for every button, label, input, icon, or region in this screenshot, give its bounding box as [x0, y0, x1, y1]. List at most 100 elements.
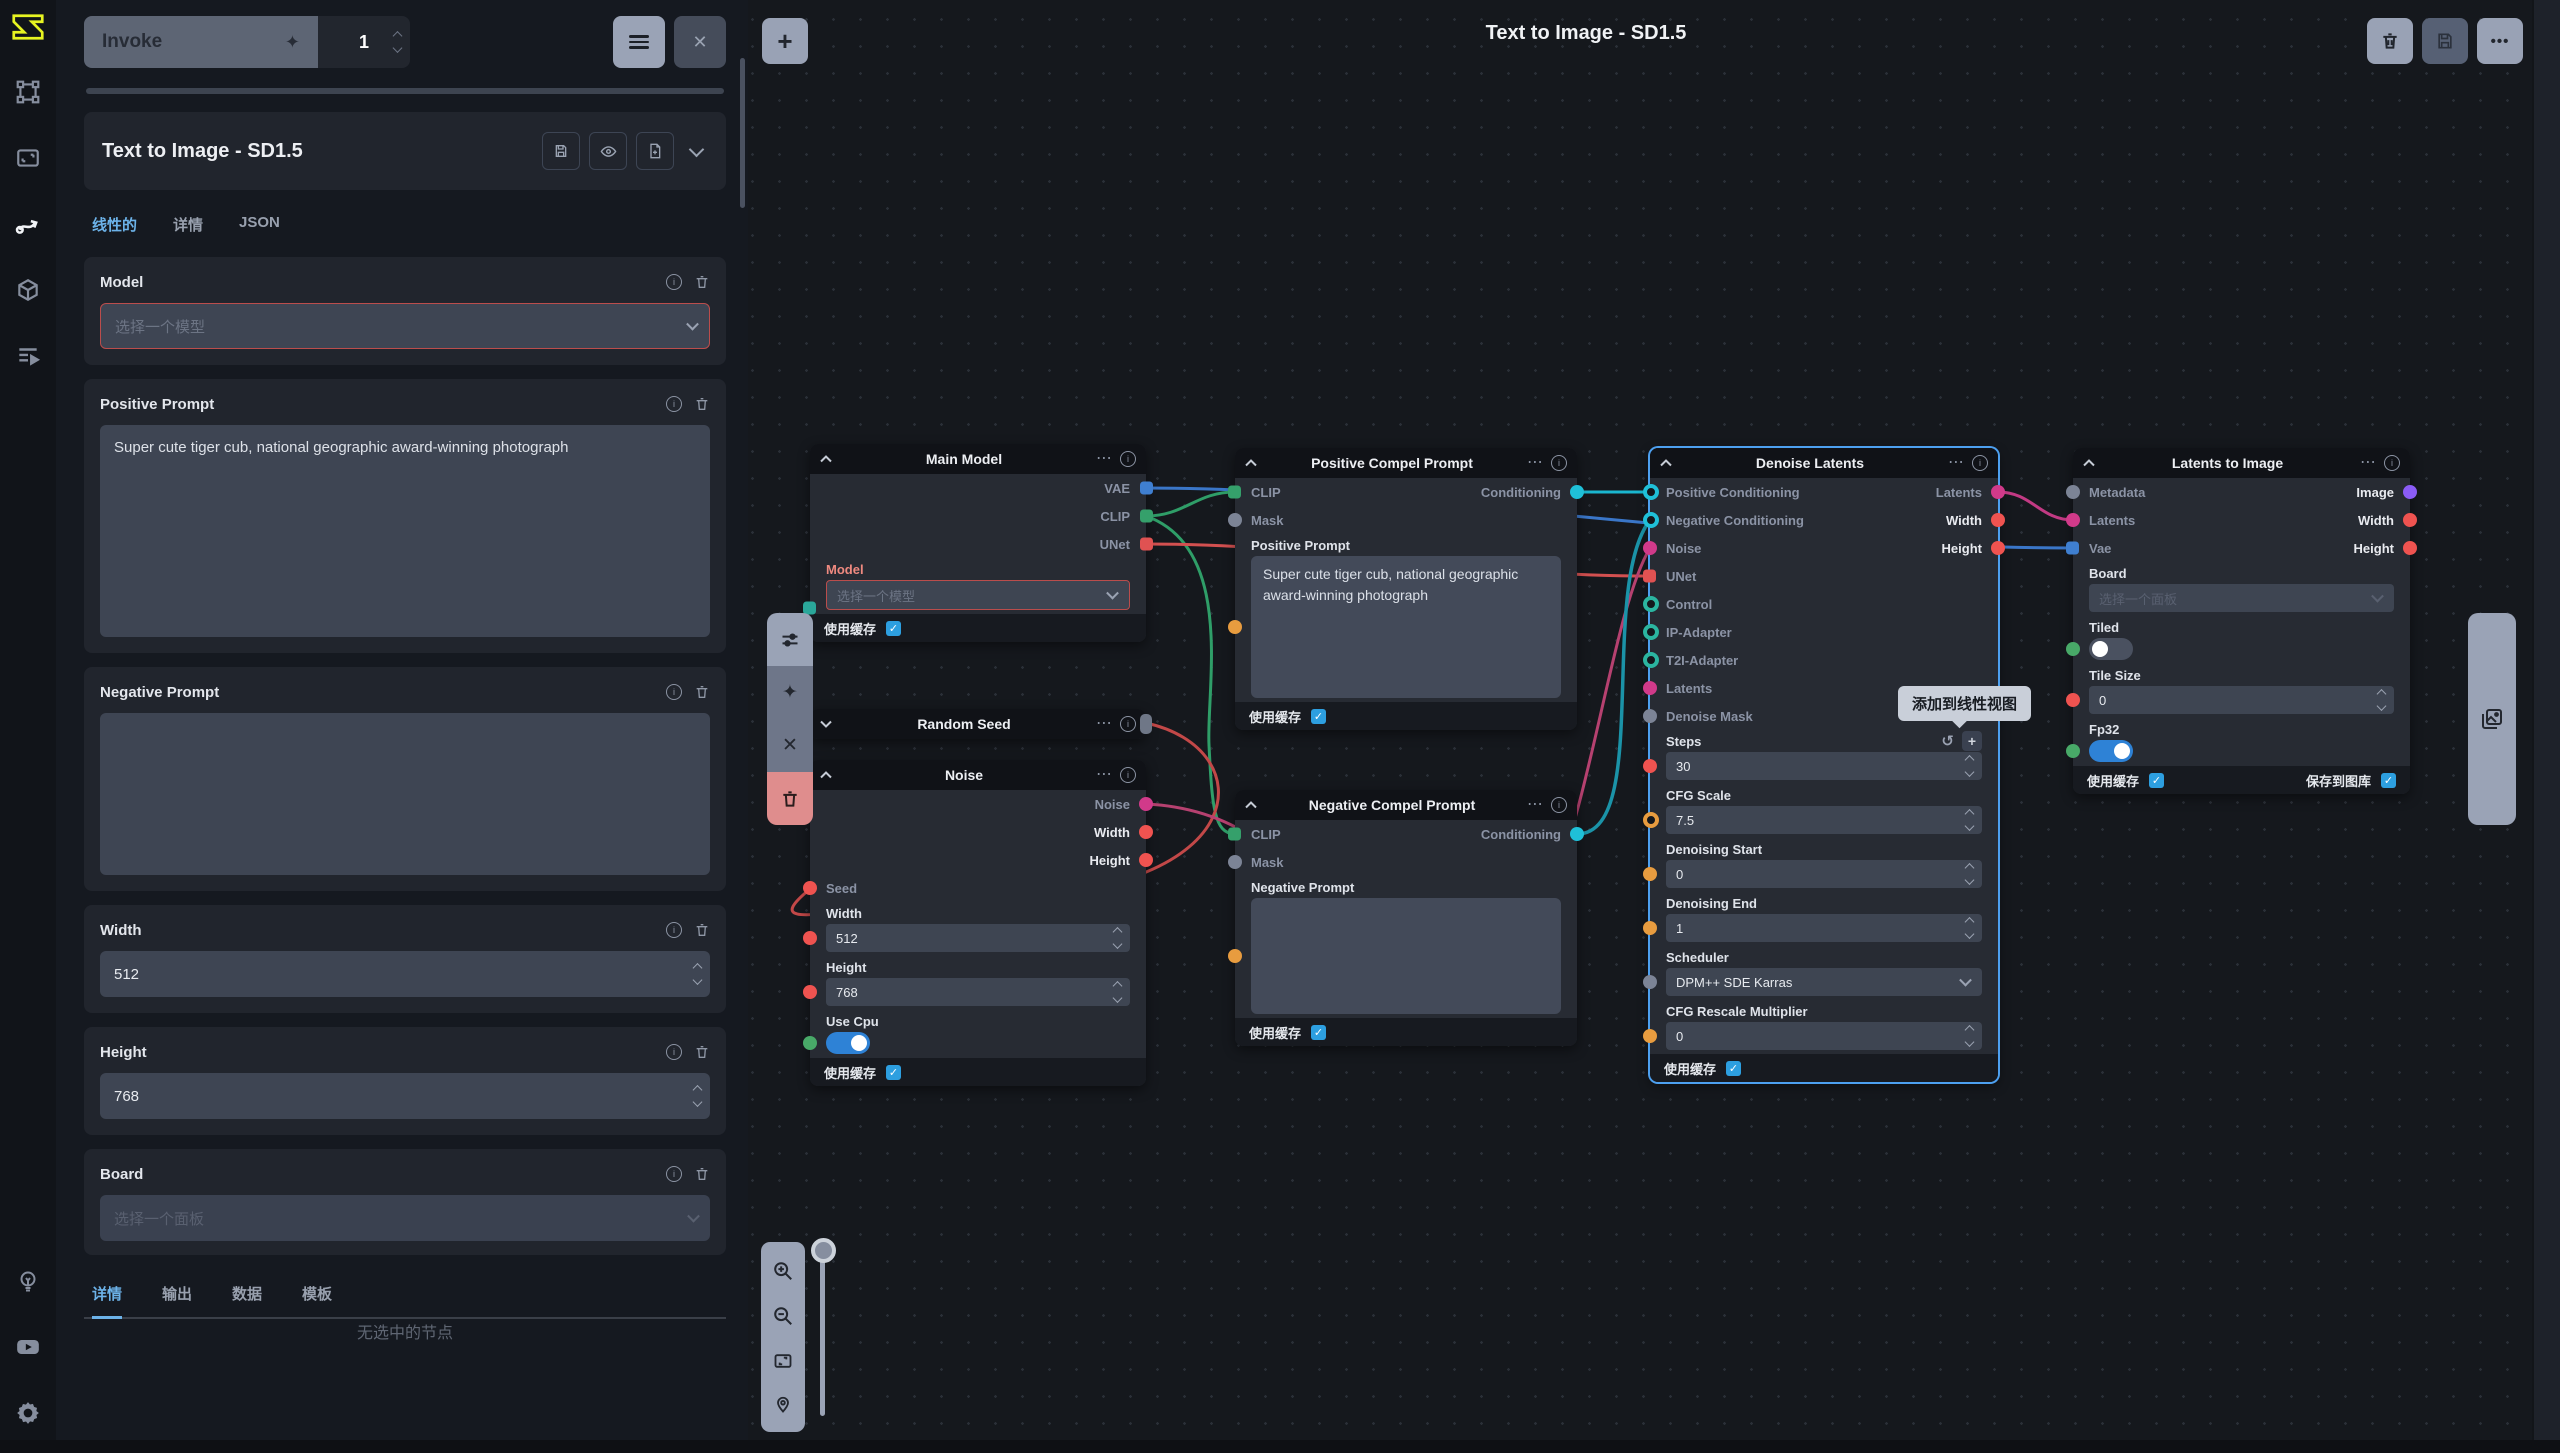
handle-vae-in[interactable] — [2066, 542, 2079, 555]
zoom-out-icon[interactable] — [772, 1305, 794, 1327]
handle-unet-in[interactable] — [1643, 570, 1656, 583]
use-cache-checkbox[interactable]: ✓ — [2149, 773, 2164, 788]
handle-mask-in[interactable] — [1228, 855, 1242, 869]
handle-seed-in[interactable] — [803, 881, 817, 895]
node-menu-icon[interactable]: ⋯ — [1096, 716, 1112, 732]
node-latents-to-image[interactable]: Latents to Image ⋯ i Metadata Image Late… — [2073, 448, 2410, 794]
stepper[interactable] — [1966, 865, 1973, 884]
cancel-button[interactable]: ✕ — [767, 719, 813, 772]
new-workflow-button[interactable] — [636, 132, 674, 170]
tiled-toggle[interactable] — [2089, 638, 2133, 660]
fp32-toggle[interactable] — [2089, 740, 2133, 762]
stepper[interactable] — [1966, 757, 1973, 776]
board-select[interactable]: 选择一个面板 — [100, 1195, 710, 1241]
node-negative-compel[interactable]: Negative Compel Prompt ⋯ i CLIP Conditio… — [1235, 790, 1577, 1046]
steps-input[interactable]: 30 — [1666, 752, 1982, 780]
use-cpu-toggle[interactable] — [826, 1032, 870, 1054]
handle-use-cpu-in[interactable] — [803, 1036, 817, 1050]
node-settings-button[interactable] — [767, 613, 813, 666]
handle-cfg-scale-in[interactable] — [1643, 812, 1659, 828]
add-to-linear-button[interactable]: + — [1962, 731, 1982, 751]
handle-conditioning-out[interactable] — [1570, 827, 1584, 841]
node-menu-icon[interactable]: ⋯ — [1096, 767, 1112, 783]
tab-workflows-icon[interactable] — [13, 209, 43, 239]
stepper[interactable] — [1966, 811, 1973, 830]
handle-prompt-in[interactable] — [1228, 620, 1242, 634]
node-menu-icon[interactable]: ⋯ — [1096, 451, 1112, 467]
handle-width-in[interactable] — [803, 931, 817, 945]
chevron-down-icon[interactable] — [689, 141, 705, 157]
handle-latents-in[interactable] — [2066, 513, 2080, 527]
denoising-start-input[interactable]: 0 — [1666, 860, 1982, 888]
handle-positive-conditioning-in[interactable] — [1643, 484, 1659, 500]
node-header[interactable]: Noise ⋯ i — [810, 760, 1146, 790]
node-noise[interactable]: Noise ⋯ i Noise Width Height Seed Width … — [810, 760, 1146, 1086]
collapse-icon[interactable] — [820, 455, 832, 463]
handle-noise-out[interactable] — [1139, 797, 1153, 811]
use-cache-checkbox[interactable]: ✓ — [1311, 1025, 1326, 1040]
save-to-gallery-checkbox[interactable]: ✓ — [2381, 773, 2396, 788]
tab-inspector-details[interactable]: 详情 — [92, 1283, 122, 1319]
use-cache-checkbox[interactable]: ✓ — [1311, 709, 1326, 724]
panel-scrollbar[interactable] — [740, 58, 745, 208]
handle-prompt-in[interactable] — [1228, 949, 1242, 963]
node-menu-icon[interactable]: ⋯ — [2360, 455, 2376, 471]
tab-details[interactable]: 详情 — [173, 214, 203, 243]
positive-prompt-textarea[interactable]: Super cute tiger cub, national geographi… — [1251, 556, 1561, 698]
handle-mask-in[interactable] — [1228, 513, 1242, 527]
use-cache-checkbox[interactable]: ✓ — [886, 1065, 901, 1080]
handle-clip-out[interactable] — [1140, 510, 1153, 523]
handle-conditioning-out[interactable] — [1570, 485, 1584, 499]
handle-image-out[interactable] — [2403, 485, 2417, 499]
node-positive-compel[interactable]: Positive Compel Prompt ⋯ i CLIP Conditio… — [1235, 448, 1577, 730]
negative-prompt-textarea[interactable] — [100, 713, 710, 875]
trash-icon[interactable] — [694, 1166, 710, 1182]
handle-height-in[interactable] — [803, 985, 817, 999]
board-select[interactable]: 选择一个面板 — [2089, 584, 2394, 612]
cfg-scale-input[interactable]: 7.5 — [1666, 806, 1982, 834]
save-workflow-button[interactable] — [2422, 18, 2468, 64]
trash-icon[interactable] — [694, 684, 710, 700]
stepper[interactable] — [1114, 983, 1121, 1002]
tab-queue-icon[interactable] — [13, 341, 43, 371]
negative-prompt-textarea[interactable] — [1251, 898, 1561, 1014]
collapse-icon[interactable] — [1245, 459, 1257, 467]
handle-scheduler-in[interactable] — [1643, 975, 1657, 989]
handle-seed-out[interactable] — [1140, 714, 1152, 734]
node-header[interactable]: Positive Compel Prompt ⋯ i — [1235, 448, 1577, 478]
delete-node-button[interactable] — [767, 772, 813, 825]
node-header[interactable]: Negative Compel Prompt ⋯ i — [1235, 790, 1577, 820]
node-denoise-latents[interactable]: Denoise Latents ⋯ i Positive Conditionin… — [1650, 448, 1998, 1082]
denoising-end-input[interactable]: 1 — [1666, 914, 1982, 942]
node-header[interactable]: Random Seed ⋯ i — [810, 709, 1146, 739]
handle-width-out[interactable] — [2403, 513, 2417, 527]
handle-latents-out[interactable] — [1991, 485, 2005, 499]
handle-fp32-in[interactable] — [2066, 744, 2080, 758]
tile-size-input[interactable]: 0 — [2089, 686, 2394, 714]
node-header[interactable]: Denoise Latents ⋯ i — [1650, 448, 1998, 478]
invoke-button[interactable]: Invoke ✦ — [84, 16, 318, 68]
width-input[interactable]: 512 — [100, 951, 710, 997]
collapse-icon[interactable] — [1245, 801, 1257, 809]
node-menu-icon[interactable]: ⋯ — [1527, 797, 1543, 813]
trash-icon[interactable] — [694, 1044, 710, 1060]
node-random-seed[interactable]: Random Seed ⋯ i — [810, 709, 1146, 739]
stepper[interactable] — [1114, 929, 1121, 948]
width-input[interactable]: 512 — [826, 924, 1130, 952]
height-input[interactable]: 768 — [826, 978, 1130, 1006]
tab-linear[interactable]: 线性的 — [92, 214, 137, 243]
scheduler-select[interactable]: DPM++ SDE Karras — [1666, 968, 1982, 996]
tab-inspector-data[interactable]: 数据 — [232, 1283, 262, 1317]
tab-inspector-output[interactable]: 输出 — [162, 1283, 192, 1317]
reset-icon[interactable]: ↺ — [1941, 732, 1954, 750]
handle-width-out[interactable] — [1139, 825, 1153, 839]
tab-canvas-icon[interactable] — [13, 77, 43, 107]
handle-height-out[interactable] — [1139, 853, 1153, 867]
use-cache-checkbox[interactable]: ✓ — [1726, 1061, 1741, 1076]
handle-t2i-adapter-in[interactable] — [1643, 652, 1659, 668]
handle-clip-in[interactable] — [1228, 486, 1241, 499]
view-workflow-button[interactable] — [589, 132, 627, 170]
handle-vae-out[interactable] — [1140, 482, 1153, 495]
queue-count-input[interactable]: 1 — [318, 16, 410, 68]
handle-denoising-end-in[interactable] — [1643, 921, 1657, 935]
